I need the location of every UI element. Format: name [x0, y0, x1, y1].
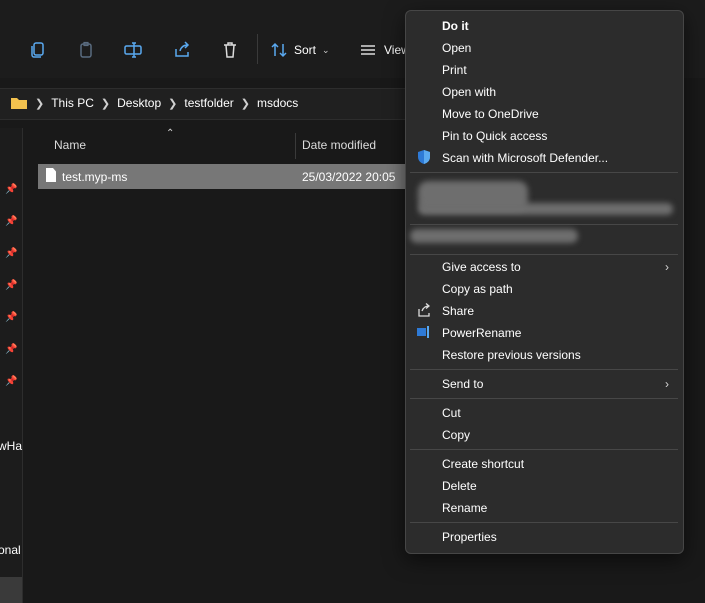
- rename-button[interactable]: [119, 36, 147, 64]
- breadcrumb-testfolder[interactable]: testfolder: [184, 96, 233, 110]
- pin-icon[interactable]: 📌: [5, 248, 17, 260]
- chevron-down-icon: ⌄: [322, 44, 330, 55]
- menu-item-cut[interactable]: Cut: [442, 406, 461, 420]
- menu-item-open-with[interactable]: Open with: [442, 85, 496, 99]
- rename-icon: [124, 42, 142, 58]
- menu-item-share[interactable]: Share: [442, 304, 474, 318]
- address-bar[interactable]: ❯ This PC ❯ Desktop ❯ testfolder ❯ msdoc…: [0, 88, 420, 120]
- paste-icon: [80, 41, 92, 58]
- menu-separator: [410, 369, 678, 370]
- menu-item-powerrename[interactable]: PowerRename: [442, 326, 521, 340]
- chevron-right-icon: ❯: [100, 97, 111, 110]
- pin-icon[interactable]: 📌: [5, 216, 17, 228]
- chevron-right-icon: ›: [665, 260, 669, 274]
- view-button[interactable]: View: [360, 40, 410, 60]
- pin-icon[interactable]: 📌: [5, 280, 17, 292]
- pin-icon[interactable]: 📌: [5, 312, 17, 324]
- copy-icon: [31, 42, 44, 58]
- breadcrumb-msdocs[interactable]: msdocs: [257, 96, 298, 110]
- column-header-name[interactable]: Name: [54, 138, 86, 152]
- defender-shield-icon: [418, 150, 430, 164]
- menu-item-properties[interactable]: Properties: [442, 530, 497, 544]
- navigation-pane: 📌 📌 📌 📌 📌 📌 📌 wHa onal: [0, 128, 23, 603]
- nav-item-partial[interactable]: wHa: [0, 439, 22, 453]
- breadcrumb-this-pc[interactable]: This PC: [51, 96, 94, 110]
- file-name: test.myp-ms: [62, 170, 128, 184]
- menu-item-copy-as-path[interactable]: Copy as path: [442, 282, 513, 296]
- nav-item-partial[interactable]: onal: [0, 543, 21, 557]
- chevron-right-icon: ❯: [35, 97, 45, 110]
- pin-icon[interactable]: 📌: [5, 184, 17, 196]
- chevron-right-icon: ❯: [168, 97, 178, 110]
- pin-icon[interactable]: 📌: [5, 376, 17, 388]
- pin-icon[interactable]: 📌: [5, 344, 17, 356]
- menu-separator: [410, 224, 678, 225]
- share-icon: [418, 303, 431, 317]
- chevron-right-icon: ›: [665, 377, 669, 391]
- powerrename-icon: [417, 326, 429, 338]
- menu-item-delete[interactable]: Delete: [442, 479, 477, 493]
- menu-separator: [410, 398, 678, 399]
- folder-icon: [11, 98, 27, 109]
- menu-item-pin-to-quick-access[interactable]: Pin to Quick access: [442, 129, 547, 143]
- menu-item-rename[interactable]: Rename: [442, 501, 487, 515]
- sort-icon: [271, 42, 287, 58]
- view-icon: [361, 45, 375, 55]
- breadcrumb-desktop[interactable]: Desktop: [117, 96, 161, 110]
- menu-item-scan-with-defender[interactable]: Scan with Microsoft Defender...: [442, 151, 608, 165]
- copy-button[interactable]: [24, 36, 52, 64]
- menu-item-move-to-onedrive[interactable]: Move to OneDrive: [442, 107, 539, 121]
- menu-separator: [410, 254, 678, 255]
- file-row[interactable]: test.myp-ms 25/03/2022 20:05: [38, 164, 418, 189]
- column-divider[interactable]: [295, 133, 296, 159]
- menu-item-send-to[interactable]: Send to: [442, 377, 483, 391]
- context-menu: Do it Open Print Open with Move to OneDr…: [405, 10, 684, 554]
- sort-button[interactable]: Sort ⌄: [270, 40, 330, 60]
- column-header-date-modified[interactable]: Date modified: [302, 138, 376, 152]
- file-date-modified: 25/03/2022 20:05: [302, 170, 396, 184]
- menu-item-open[interactable]: Open: [442, 41, 471, 55]
- share-icon: [175, 41, 190, 57]
- menu-separator: [410, 449, 678, 450]
- nav-scroll-thumb[interactable]: [0, 577, 22, 603]
- sort-label: Sort: [294, 43, 317, 57]
- menu-item-copy[interactable]: Copy: [442, 428, 470, 442]
- menu-item-print[interactable]: Print: [442, 63, 467, 77]
- menu-item-restore-previous-versions[interactable]: Restore previous versions: [442, 348, 581, 362]
- chevron-right-icon: ❯: [240, 97, 250, 110]
- toolbar-separator: [257, 34, 258, 64]
- menu-separator: [410, 522, 678, 523]
- menu-item-give-access-to[interactable]: Give access to: [442, 260, 521, 274]
- sort-ascending-icon: ⌃: [166, 128, 175, 139]
- share-button[interactable]: [168, 36, 196, 64]
- menu-separator: [410, 172, 678, 173]
- delete-button[interactable]: [216, 36, 244, 64]
- paste-button[interactable]: [72, 36, 100, 64]
- menu-item-do-it[interactable]: Do it: [442, 19, 469, 33]
- delete-icon: [224, 42, 236, 58]
- redacted-item: [418, 203, 673, 215]
- file-icon: [46, 168, 56, 182]
- redacted-item: [410, 229, 578, 243]
- menu-item-create-shortcut[interactable]: Create shortcut: [442, 457, 524, 471]
